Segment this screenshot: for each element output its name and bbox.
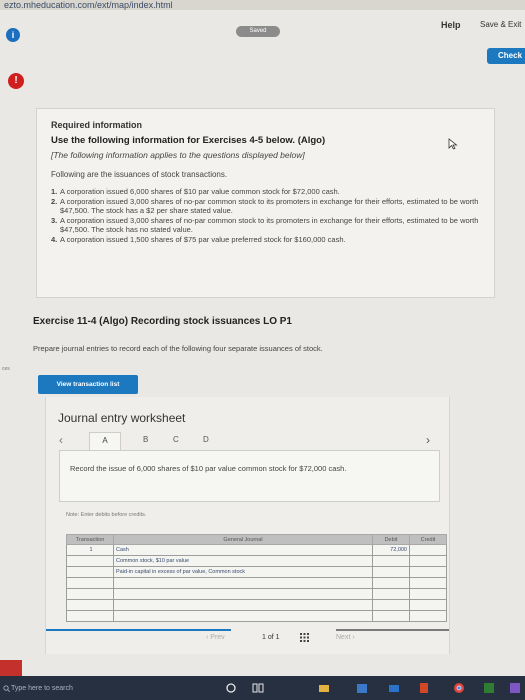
credit-cell[interactable]: [409, 610, 447, 622]
app-icon[interactable]: [483, 682, 495, 694]
txn-cell: [66, 588, 114, 600]
credit-cell[interactable]: [409, 555, 447, 567]
list-item: 3. A corporation issued 3,000 shares of n…: [51, 216, 479, 234]
tab-d[interactable]: D: [203, 435, 209, 444]
table-row: 1 Cash 72,000: [66, 544, 447, 556]
debit-header: Debit: [372, 534, 410, 545]
chevron-left-icon[interactable]: ‹: [59, 433, 63, 447]
table-row: Common stock, $10 par value: [66, 555, 447, 567]
cortana-icon[interactable]: [225, 682, 237, 694]
account-cell[interactable]: [113, 588, 373, 600]
list-item: 4. A corporation issued 1,500 shares of $…: [51, 235, 346, 244]
sidebar-cut-text: ces: [2, 366, 10, 372]
store-icon[interactable]: [356, 682, 368, 694]
debit-cell[interactable]: [372, 610, 410, 622]
txn-cell: 1: [66, 544, 114, 556]
record-instruction: Record the issue of 6,000 shares of $10 …: [59, 450, 440, 502]
account-cell[interactable]: Common stock, $10 par value: [113, 555, 373, 567]
credit-cell[interactable]: [409, 544, 447, 556]
exercise-prompt: Prepare journal entries to record each o…: [33, 344, 323, 353]
help-link[interactable]: Help: [441, 20, 461, 30]
account-cell[interactable]: Cash: [113, 544, 373, 556]
required-subtitle: Use the following information for Exerci…: [51, 135, 326, 146]
journal-header: General Journal: [113, 534, 373, 545]
debit-cell[interactable]: [372, 566, 410, 578]
mail-icon[interactable]: [388, 682, 400, 694]
credit-cell[interactable]: [409, 588, 447, 600]
account-cell[interactable]: Paid-in capital in excess of par value, …: [113, 566, 373, 578]
required-title: Required information: [51, 120, 143, 130]
exercise-title: Exercise 11-4 (Algo) Recording stock iss…: [33, 316, 292, 327]
transaction-header: Transaction: [66, 534, 114, 545]
list-item: 2. A corporation issued 3,000 shares of n…: [51, 197, 479, 215]
txn-cell: [66, 566, 114, 578]
required-italic-note: [The following information applies to th…: [51, 150, 305, 160]
view-transaction-list-button[interactable]: View transaction list: [38, 375, 138, 394]
worksheet-divider-gray: [336, 629, 449, 631]
journal-table: Transaction General Journal Debit Credit…: [66, 534, 447, 622]
page-indicator: 1 of 1: [262, 634, 280, 641]
txn-cell: [66, 599, 114, 611]
required-intro: Following are the issuances of stock tra…: [51, 170, 228, 179]
office-icon[interactable]: [418, 682, 430, 694]
debit-cell[interactable]: 72,000: [372, 544, 410, 556]
save-exit-link[interactable]: Save & Exit: [480, 20, 521, 29]
url-text: ezto.mheducation.com/ext/map/index.html: [4, 0, 173, 10]
mcgraw-hill-logo-icon: [0, 660, 22, 676]
info-icon[interactable]: i: [6, 28, 20, 42]
task-view-icon[interactable]: [252, 682, 264, 694]
saved-badge: Saved: [236, 26, 280, 37]
chrome-icon[interactable]: [453, 682, 465, 694]
debit-cell[interactable]: [372, 577, 410, 589]
browser-url-bar[interactable]: ezto.mheducation.com/ext/map/index.html: [0, 0, 525, 10]
search-icon[interactable]: [3, 685, 10, 692]
txn-cell: [66, 577, 114, 589]
account-cell[interactable]: [113, 599, 373, 611]
credit-header: Credit: [409, 534, 447, 545]
tab-a[interactable]: A: [89, 432, 121, 450]
credit-cell[interactable]: [409, 577, 447, 589]
required-info-panel: Required information Use the following i…: [36, 108, 495, 298]
credit-cell[interactable]: [409, 566, 447, 578]
table-header-row: Transaction General Journal Debit Credit: [66, 534, 447, 545]
grid-icon[interactable]: [300, 633, 309, 642]
account-cell[interactable]: [113, 610, 373, 622]
table-row: [66, 610, 447, 622]
worksheet-divider-blue: [46, 629, 231, 631]
txn-cell: [66, 555, 114, 567]
table-row: [66, 577, 447, 589]
debit-cell[interactable]: [372, 588, 410, 600]
worksheet-title: Journal entry worksheet: [58, 411, 186, 425]
account-cell[interactable]: [113, 577, 373, 589]
app-icon-2[interactable]: [509, 682, 521, 694]
alert-icon: !: [8, 73, 24, 89]
list-item: 1. A corporation issued 6,000 shares of $…: [51, 187, 340, 196]
mouse-cursor-icon: [448, 138, 458, 150]
chevron-right-icon[interactable]: ›: [426, 433, 430, 447]
file-explorer-icon[interactable]: [318, 682, 330, 694]
debit-cell[interactable]: [372, 555, 410, 567]
check-button[interactable]: Check: [487, 48, 525, 64]
prev-button[interactable]: ‹ Prev: [206, 634, 225, 641]
next-button[interactable]: Next ›: [336, 634, 355, 641]
txn-cell: [66, 610, 114, 622]
table-row: [66, 588, 447, 600]
debit-cell[interactable]: [372, 599, 410, 611]
taskbar-search-input[interactable]: Type here to search: [11, 685, 73, 692]
credit-cell[interactable]: [409, 599, 447, 611]
table-row: [66, 599, 447, 611]
tab-b[interactable]: B: [143, 435, 148, 444]
transaction-list: 1. A corporation issued 6,000 shares of $…: [51, 187, 480, 244]
table-row: Paid-in capital in excess of par value, …: [66, 566, 447, 578]
tab-c[interactable]: C: [173, 435, 179, 444]
entry-note: Note: Enter debits before credits.: [66, 512, 147, 518]
journal-entry-worksheet: Journal entry worksheet ‹ A B C D › Reco…: [45, 397, 450, 654]
